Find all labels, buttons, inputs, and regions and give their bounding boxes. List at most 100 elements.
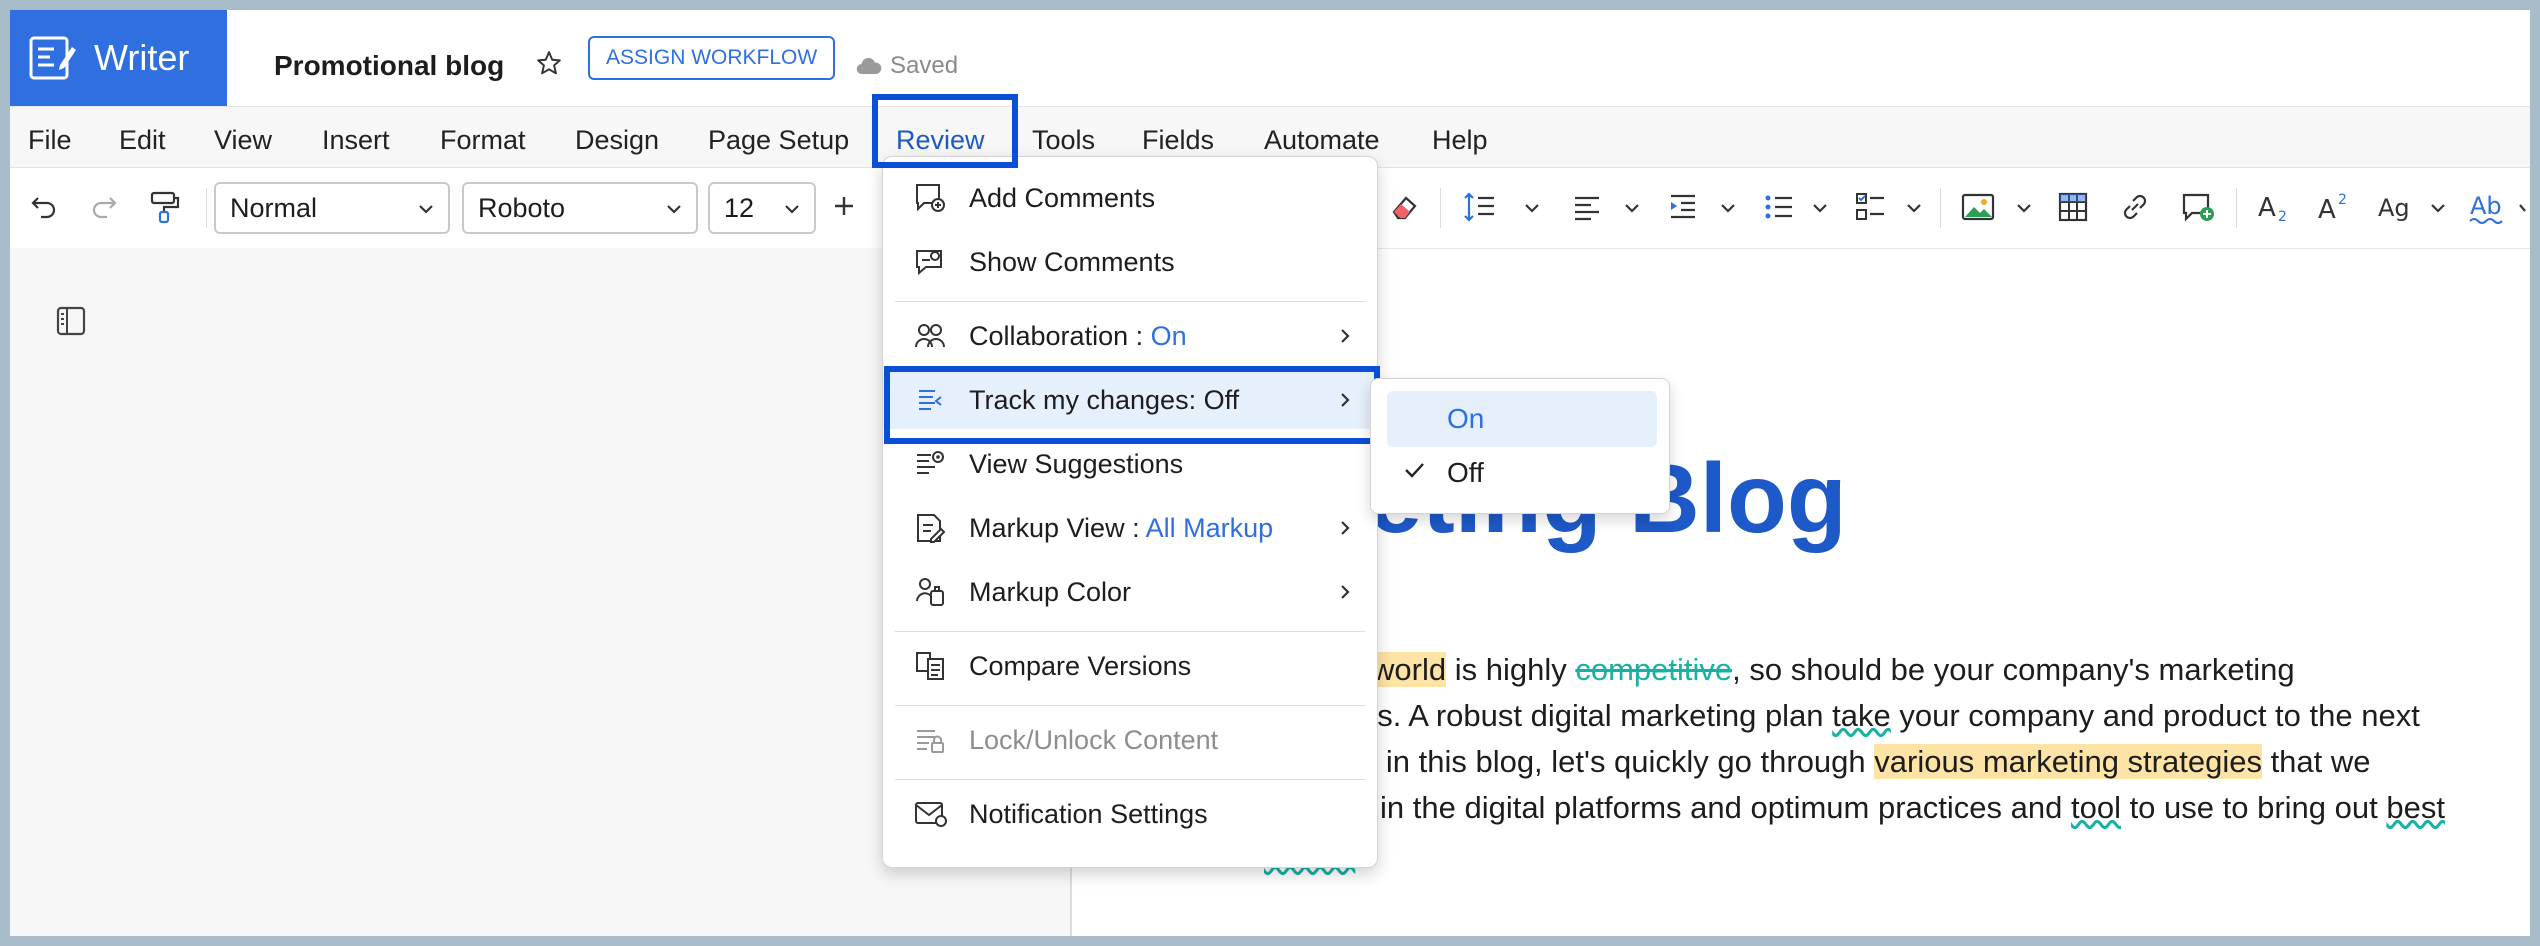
track-changes-focus-outline: [884, 366, 1380, 444]
chevron-down-icon[interactable]: [2518, 198, 2530, 218]
menu-design[interactable]: Design: [575, 125, 659, 156]
notification-settings-icon: [915, 802, 947, 827]
menu-item-markup-color[interactable]: Markup Color: [883, 563, 1377, 621]
font-size-select[interactable]: 12: [708, 182, 816, 234]
chevron-down-icon[interactable]: [2428, 198, 2448, 218]
sidebar-toggle-icon[interactable]: [54, 304, 88, 338]
spell-check-icon[interactable]: Ab: [2468, 190, 2508, 226]
svg-text:2: 2: [2338, 192, 2347, 208]
svg-text:Ag: Ag: [2378, 194, 2410, 222]
menu-format[interactable]: Format: [440, 125, 526, 156]
menu-divider: [895, 631, 1365, 632]
checklist-icon[interactable]: [1854, 190, 1888, 224]
insert-table-icon[interactable]: [2056, 190, 2090, 224]
paragraph-line[interactable]: o in this blog, let's quickly go through…: [1360, 744, 2371, 780]
grammar-suggestion[interactable]: best: [2386, 790, 2445, 825]
grammar-suggestion[interactable]: take: [1832, 698, 1891, 733]
undo-icon[interactable]: [28, 190, 60, 222]
text-span: to use to bring out: [2120, 790, 2387, 825]
menu-edit[interactable]: Edit: [119, 125, 166, 156]
menu-item-label: Collaboration : On: [969, 321, 1187, 352]
app-logo[interactable]: Writer: [10, 10, 227, 106]
format-painter-icon[interactable]: [148, 190, 182, 224]
menu-page-setup[interactable]: Page Setup: [708, 125, 849, 156]
bulleted-list-icon[interactable]: [1762, 190, 1796, 224]
assign-workflow-button[interactable]: ASSIGN WORKFLOW: [588, 36, 836, 80]
collaboration-icon: [915, 324, 945, 348]
redo-icon[interactable]: [88, 190, 120, 222]
text-span: that we: [2261, 744, 2371, 779]
menu-item-compare-versions[interactable]: Compare Versions: [883, 637, 1377, 695]
paragraph-line[interactable]: internet world is highly competitive, so…: [1260, 652, 2295, 688]
menu-insert[interactable]: Insert: [322, 125, 390, 156]
paragraph-line[interactable]: in the digital platforms and optimum pra…: [1380, 790, 2445, 826]
font-family-value: Roboto: [478, 192, 566, 223]
svg-text:A: A: [2318, 195, 2336, 224]
indent-icon[interactable]: [1666, 190, 1700, 224]
menu-file[interactable]: File: [28, 125, 72, 156]
submenu-label-on[interactable]: On: [1447, 403, 1484, 435]
grammar-suggestion[interactable]: tool: [2071, 790, 2121, 825]
insert-comment-icon[interactable]: [2180, 190, 2216, 224]
menu-tools[interactable]: Tools: [1032, 125, 1095, 156]
text-span: is highly: [1446, 652, 1576, 687]
chevron-down-icon[interactable]: [1622, 198, 1642, 218]
submenu-label-off[interactable]: Off: [1447, 457, 1484, 489]
paragraph-style-select[interactable]: Normal: [214, 182, 450, 234]
chevron-down-icon: [419, 205, 433, 214]
clear-formatting-icon[interactable]: [1388, 190, 1422, 224]
toolbar-divider: [2236, 188, 2237, 228]
menu-item-label: Notification Settings: [969, 799, 1208, 829]
chevron-down-icon[interactable]: [1904, 198, 1924, 218]
cloud-icon: [856, 57, 882, 75]
label-text: Markup View :: [969, 513, 1146, 543]
label-value: On: [1150, 321, 1187, 351]
text-span: o in this blog, let's quickly go through: [1360, 744, 1875, 779]
chevron-down-icon[interactable]: [1810, 198, 1830, 218]
menu-divider: [895, 301, 1365, 302]
change-case-icon[interactable]: Ag: [2376, 190, 2416, 224]
insert-link-icon[interactable]: [2118, 190, 2152, 224]
document-title[interactable]: Promotional blog: [274, 50, 504, 82]
menu-help[interactable]: Help: [1432, 125, 1488, 156]
menu-item-label: Lock/Unlock Content: [969, 725, 1219, 755]
highlighted-text: various marketing strategies: [1874, 744, 2262, 779]
deleted-suggestion[interactable]: competitive: [1575, 652, 1732, 687]
svg-text:2: 2: [2278, 209, 2287, 224]
svg-text:Ab: Ab: [2470, 192, 2502, 220]
increase-font-size-icon[interactable]: [828, 190, 860, 222]
align-left-icon[interactable]: [1570, 190, 1604, 224]
menu-item-collaboration[interactable]: Collaboration : On: [883, 307, 1377, 365]
menu-view[interactable]: View: [214, 125, 272, 156]
line-spacing-icon[interactable]: [1462, 190, 1498, 224]
subscript-icon[interactable]: A2: [2256, 190, 2294, 224]
chevron-down-icon[interactable]: [2014, 198, 2034, 218]
svg-text:A: A: [2258, 193, 2276, 223]
submenu-option-on[interactable]: [1387, 391, 1657, 447]
menu-item-add-comments[interactable]: Add Comments: [883, 169, 1377, 227]
menu-automate[interactable]: Automate: [1264, 125, 1380, 156]
review-menu-focus-outline: [872, 94, 1018, 168]
superscript-icon[interactable]: A2: [2316, 190, 2354, 224]
text-span: es. A robust digital marketing plan: [1360, 698, 1833, 733]
chevron-down-icon[interactable]: [1522, 198, 1542, 218]
paragraph-line[interactable]: es. A robust digital marketing plan take…: [1360, 698, 2420, 734]
chevron-down-icon[interactable]: [1718, 198, 1738, 218]
compare-versions-icon: [916, 652, 944, 680]
favorite-star-icon[interactable]: [536, 50, 562, 81]
menu-item-label: Add Comments: [969, 183, 1156, 213]
text-span: , so should be your company's marketing: [1732, 652, 2295, 687]
writer-logo-icon: [29, 36, 76, 80]
menu-item-show-comments[interactable]: Show Comments: [883, 233, 1377, 291]
menu-item-lock-content: Lock/Unlock Content: [883, 711, 1377, 769]
chevron-right-icon: [1341, 521, 1350, 535]
menu-fields[interactable]: Fields: [1142, 125, 1214, 156]
font-family-select[interactable]: Roboto: [462, 182, 698, 234]
insert-image-icon[interactable]: [1960, 190, 1996, 224]
toolbar-divider: [1440, 188, 1441, 228]
menu-item-label: View Suggestions: [969, 449, 1184, 479]
label-value: All Markup: [1145, 513, 1274, 543]
menu-item-markup-view[interactable]: Markup View : All Markup: [883, 499, 1377, 557]
menu-divider: [895, 705, 1365, 706]
menu-item-notification-settings[interactable]: Notification Settings: [883, 785, 1377, 843]
